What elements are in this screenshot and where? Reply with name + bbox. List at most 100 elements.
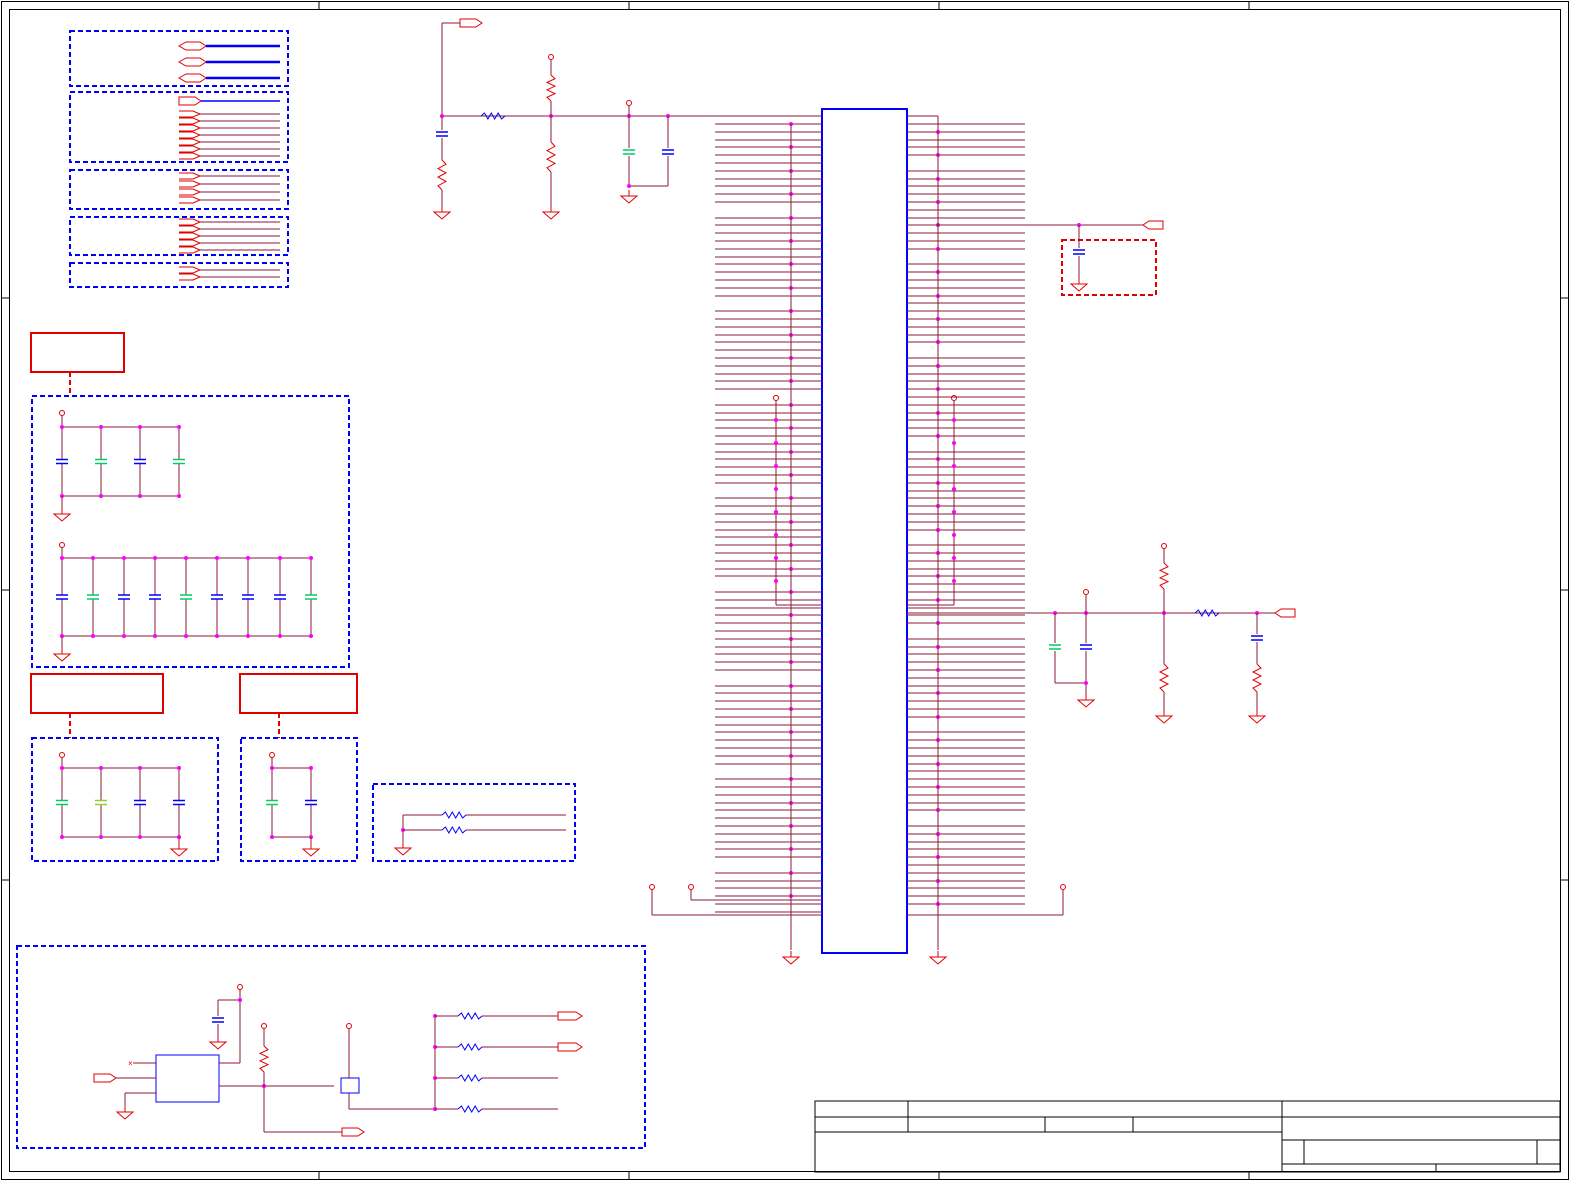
ground-symbol — [1154, 715, 1174, 724]
junction-dot — [270, 766, 274, 770]
junction-dot — [177, 766, 181, 770]
junction-dot — [246, 634, 250, 638]
reference-network — [907, 543, 1296, 724]
capacitor-banks — [52, 410, 566, 857]
power-symbol — [237, 984, 243, 990]
junction-dot — [99, 425, 103, 429]
reset-ic — [155, 1054, 220, 1103]
schematic-canvas: × — [1, 1, 1569, 1180]
junction-dot — [177, 425, 181, 429]
junction-dot — [774, 579, 778, 583]
power-symbol — [688, 884, 694, 890]
power-symbol — [59, 542, 65, 548]
junction-dot — [774, 510, 778, 514]
net-port — [179, 273, 202, 281]
ground-symbol — [541, 211, 561, 220]
resistor — [1158, 562, 1170, 590]
net-port — [179, 266, 202, 274]
power-symbol — [59, 752, 65, 758]
net-port — [179, 188, 202, 196]
power-symbol — [649, 884, 655, 890]
ground-symbol — [1247, 715, 1267, 724]
resistor — [1158, 663, 1170, 693]
junction-dot — [138, 494, 142, 498]
power-symbol — [261, 1023, 267, 1029]
power-symbol — [626, 100, 632, 106]
junction-dot — [952, 464, 956, 468]
junction-dot — [60, 835, 64, 839]
ground-symbol — [619, 195, 639, 204]
junction-dot — [91, 634, 95, 638]
ground-symbol — [928, 956, 948, 965]
resistor — [1251, 663, 1263, 693]
power-symbol — [951, 395, 957, 401]
net-port — [341, 1127, 365, 1137]
net-port — [179, 138, 202, 146]
ground-symbol — [208, 1041, 228, 1050]
junction-dot — [60, 556, 64, 560]
no-connect-mark: × — [128, 1059, 133, 1068]
junction-dot — [99, 835, 103, 839]
junction-dot — [122, 634, 126, 638]
net-port — [93, 1073, 117, 1083]
junction-dot — [138, 766, 142, 770]
net-port — [179, 232, 202, 240]
ground-symbol — [52, 653, 72, 662]
net-port — [178, 96, 202, 106]
junction-dot — [952, 533, 956, 537]
junction-dot — [138, 425, 142, 429]
junction-dot — [246, 556, 250, 560]
junction-dot — [952, 579, 956, 583]
resistor — [441, 825, 467, 835]
net-port — [179, 117, 202, 125]
junction-dot — [952, 487, 956, 491]
junction-dot — [309, 766, 313, 770]
reset-circuit: × — [93, 984, 583, 1137]
junction-dot — [952, 418, 956, 422]
junction-dot — [774, 533, 778, 537]
ground-symbol — [169, 848, 189, 857]
power-symbol — [1083, 589, 1089, 595]
resistor — [545, 141, 557, 173]
ground-symbol — [1069, 283, 1089, 292]
schematic-sheet: × — [0, 0, 1572, 1183]
junction-dot — [1084, 681, 1088, 685]
net-port — [177, 41, 207, 51]
resistor — [457, 1042, 483, 1052]
net-port — [179, 246, 202, 254]
ground-symbol — [781, 956, 801, 965]
junction-dot — [952, 556, 956, 560]
junction-dot — [184, 634, 188, 638]
junction-dot — [122, 556, 126, 560]
net-port — [557, 1011, 583, 1021]
ground-symbol — [52, 513, 72, 522]
net-port — [179, 124, 202, 132]
power-symbol — [773, 395, 779, 401]
sheet-frame — [1, 1, 1569, 1180]
main-ic — [821, 108, 908, 954]
net-port — [179, 172, 202, 180]
resistor — [258, 1045, 270, 1073]
net-port — [179, 152, 202, 160]
junction-dot — [627, 184, 631, 188]
junction-dot — [91, 556, 95, 560]
power-symbol — [1161, 543, 1167, 549]
power-symbol — [269, 752, 275, 758]
power-symbol — [548, 54, 554, 60]
power-symbol — [1060, 884, 1066, 890]
clock-input-network — [432, 18, 822, 220]
junction-dot — [309, 634, 313, 638]
junction-dot — [60, 766, 64, 770]
net-port — [177, 57, 207, 67]
junction-dot — [153, 556, 157, 560]
junction-dot — [952, 510, 956, 514]
net-port — [1142, 220, 1164, 230]
decoupling-blocks — [16, 239, 1157, 1149]
resistor — [436, 159, 448, 191]
title-block — [814, 1100, 1561, 1173]
junction-dot — [774, 441, 778, 445]
mosfet — [340, 1077, 360, 1094]
net-port — [459, 18, 483, 28]
net-port — [179, 218, 202, 226]
ground-symbol — [115, 1111, 135, 1120]
